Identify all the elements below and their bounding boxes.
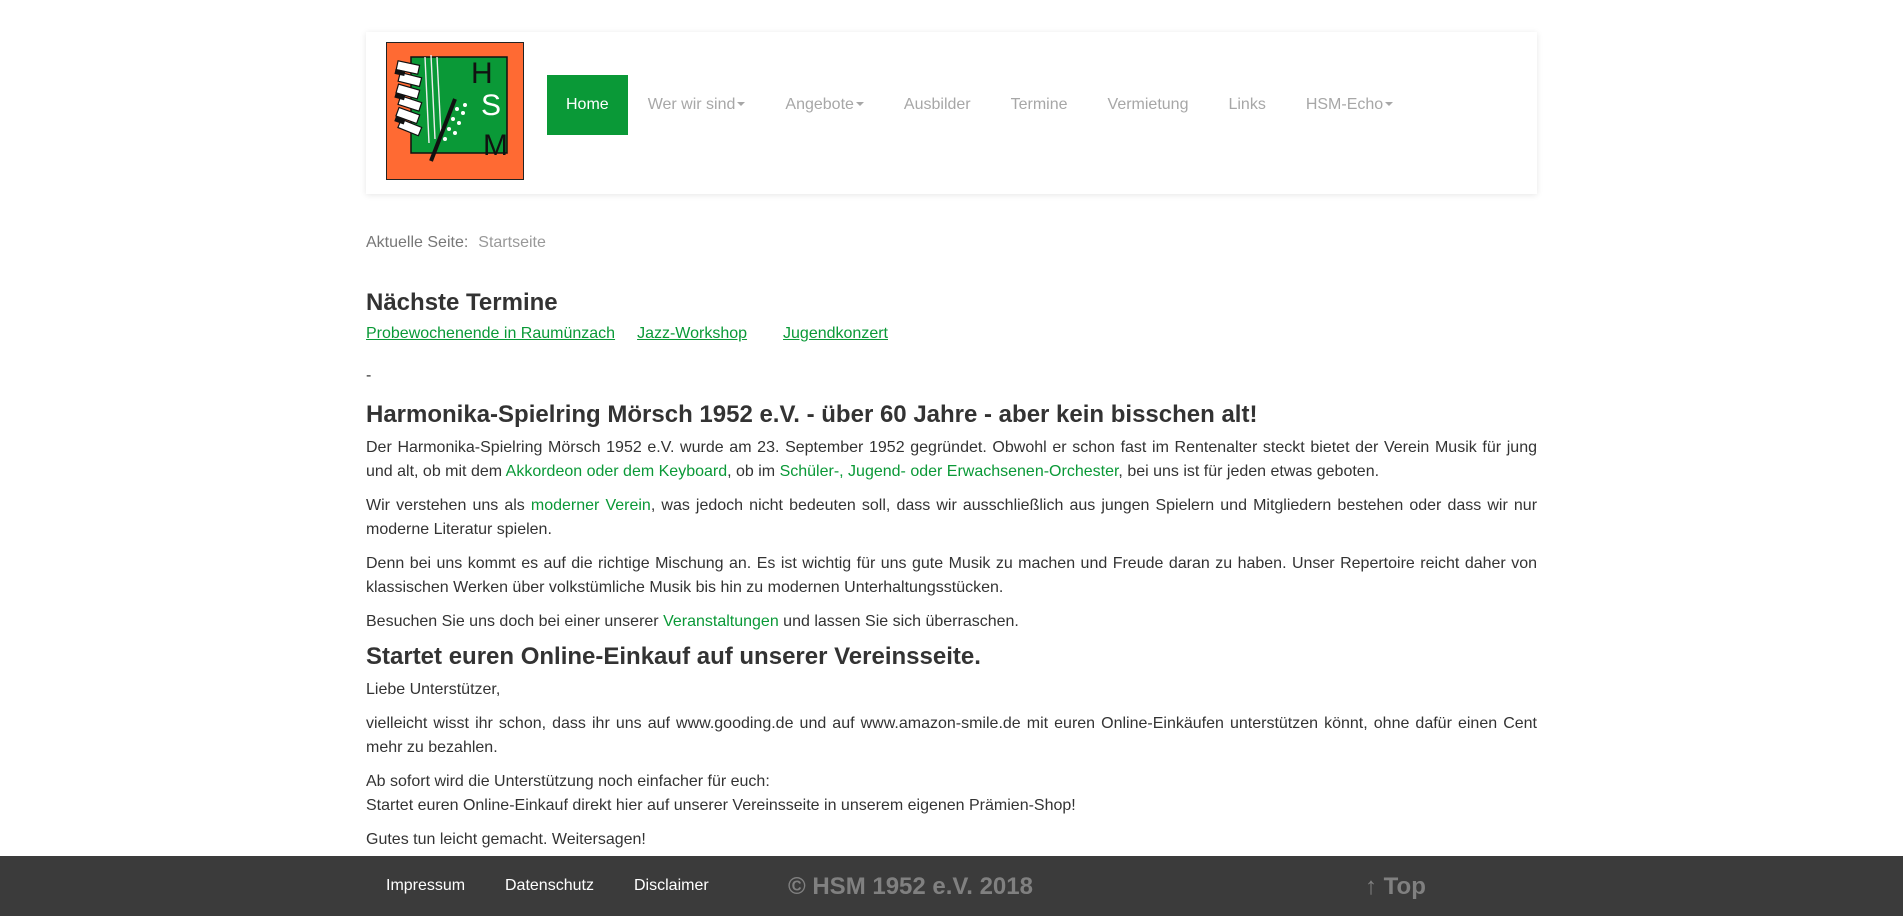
- back-to-top-link[interactable]: ↑ Top: [1365, 856, 1426, 918]
- logo-letter-s: S: [481, 89, 501, 122]
- footer-copyright: © HSM 1952 e.V. 2018: [788, 873, 1033, 900]
- nav-ausbilder-label: Ausbilder: [903, 96, 971, 113]
- shop-paragraph-2: vielleicht wisst ihr schon, dass ihr uns…: [366, 715, 1537, 756]
- footer-link-datenschutz[interactable]: Datenschutz: [505, 856, 594, 916]
- about-paragraph-4: Besuchen Sie uns doch bei einer unserer …: [366, 613, 1019, 630]
- termin-link-jugendkonzert[interactable]: Jugendkonzert: [783, 325, 888, 342]
- hsm-logo[interactable]: H S M: [386, 42, 524, 180]
- termin-link-jazz-workshop[interactable]: Jazz-Workshop: [637, 325, 747, 342]
- nav-angebote[interactable]: Angebote: [765, 75, 884, 135]
- caret-down-icon: [855, 102, 864, 106]
- header-navbar: H S M Home Wer wir sind Angebote Ausbild…: [366, 32, 1537, 194]
- footer-link-impressum[interactable]: Impressum: [386, 856, 465, 916]
- nav-angebote-label: Angebote: [785, 96, 854, 113]
- footer: Impressum Datenschutz Disclaimer © HSM 1…: [0, 856, 1903, 916]
- nav-ausbilder[interactable]: Ausbilder: [884, 75, 991, 135]
- nav-home-label: Home: [566, 96, 609, 113]
- breadcrumb-current: Startseite: [478, 234, 546, 251]
- shop-paragraph-4: Gutes tun leicht gemacht. Weitersagen!: [366, 831, 646, 848]
- shop-paragraph-3-line-2: Startet euren Online-Einkauf direkt hier…: [366, 797, 1076, 814]
- link-moderner-verein[interactable]: moderner Verein: [531, 497, 651, 514]
- link-orchester[interactable]: Schüler-, Jugend- oder Erwachsenen-Orche…: [780, 463, 1119, 480]
- caret-down-icon: [737, 102, 746, 106]
- termine-heading: Nächste Termine: [366, 289, 558, 316]
- termine-links: Probewochenende in Raumünzach Jazz-Worksh…: [366, 325, 888, 343]
- about-paragraph-3: Denn bei uns kommt es auf die richtige M…: [366, 555, 1537, 596]
- link-akkordeon-keyboard[interactable]: Akkordeon oder dem Keyboard: [506, 463, 727, 480]
- shop-heading: Startet euren Online-Einkauf auf unserer…: [366, 643, 981, 670]
- nav-home[interactable]: Home: [547, 75, 628, 135]
- link-veranstaltungen[interactable]: Veranstaltungen: [663, 613, 779, 630]
- shop-paragraph-3-line-1: Ab sofort wird die Unterstützung noch ei…: [366, 773, 770, 790]
- nav-links-label: Links: [1228, 96, 1266, 113]
- logo-letter-m: M: [483, 129, 508, 162]
- nav-links[interactable]: Links: [1208, 75, 1285, 135]
- about-heading: Harmonika-Spielring Mörsch 1952 e.V. - ü…: [366, 401, 1258, 428]
- nav-wer-wir-sind-label: Wer wir sind: [647, 96, 736, 113]
- about-paragraph-2: Wir verstehen uns als moderner Verein, w…: [366, 497, 1538, 538]
- termin-link-probewochenende[interactable]: Probewochenende in Raumünzach: [366, 325, 615, 342]
- main-menu: Home Wer wir sind Angebote Ausbilder Ter…: [547, 75, 1413, 135]
- hsm-logo-graphic: H S M: [387, 43, 523, 179]
- caret-down-icon: [1385, 102, 1394, 106]
- breadcrumb-label: Aktuelle Seite:: [366, 234, 469, 251]
- footer-link-disclaimer[interactable]: Disclaimer: [634, 856, 709, 916]
- nav-termine[interactable]: Termine: [991, 75, 1088, 135]
- shop-paragraph-1: Liebe Unterstützer,: [366, 681, 501, 698]
- nav-vermietung-label: Vermietung: [1107, 96, 1189, 113]
- nav-vermietung[interactable]: Vermietung: [1088, 75, 1209, 135]
- nav-wer-wir-sind[interactable]: Wer wir sind: [628, 75, 766, 135]
- nav-termine-label: Termine: [1010, 96, 1068, 113]
- nav-hsm-echo[interactable]: HSM-Echo: [1286, 75, 1413, 135]
- separator-dash: -: [366, 367, 372, 384]
- shop-paragraph-3: Ab sofort wird die Unterstützung noch ei…: [366, 770, 1537, 818]
- nav-hsm-echo-label: HSM-Echo: [1305, 96, 1384, 113]
- logo-letter-h: H: [471, 57, 493, 90]
- about-paragraph-1: Der Harmonika-Spielring Mörsch 1952 e.V.…: [366, 439, 1537, 480]
- breadcrumb: Aktuelle Seite: Startseite: [366, 234, 546, 252]
